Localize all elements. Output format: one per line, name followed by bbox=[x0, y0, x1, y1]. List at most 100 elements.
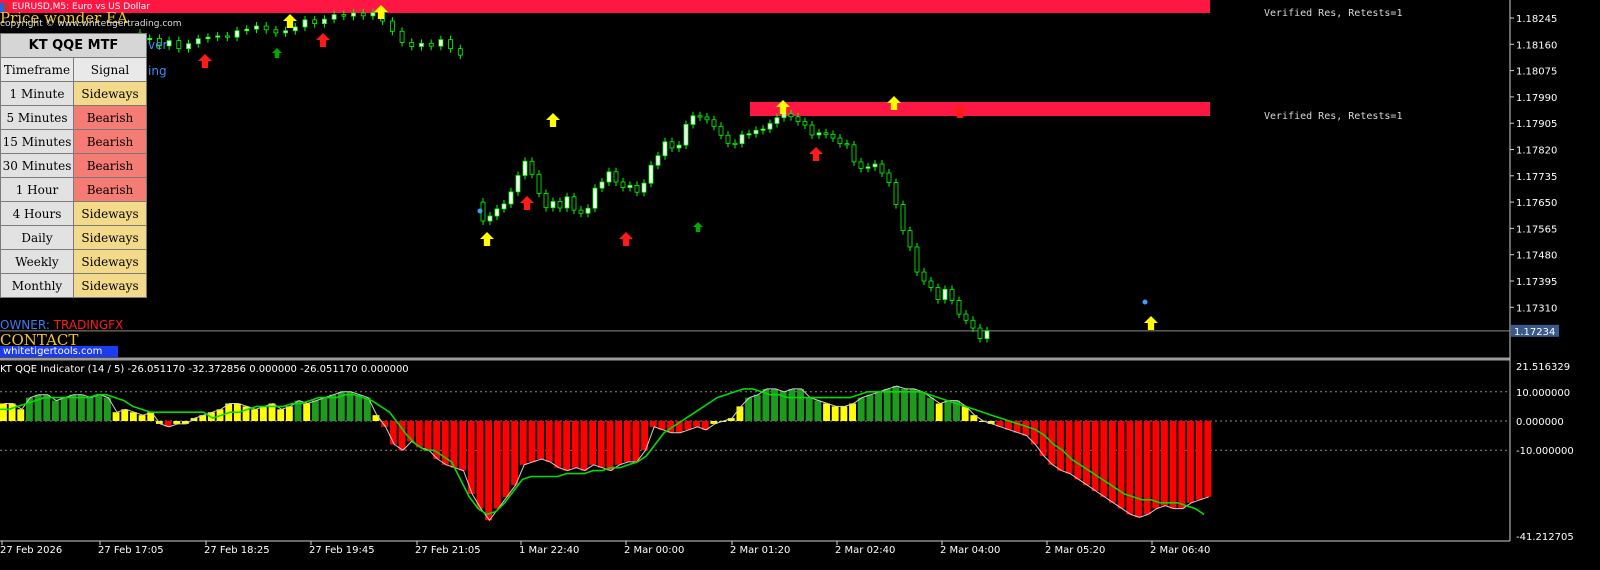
histogram-bar bbox=[51, 400, 59, 421]
mtf-signal: Sideways bbox=[73, 81, 147, 106]
histogram-bar bbox=[632, 421, 640, 462]
candle-body bbox=[914, 246, 920, 273]
candle-body bbox=[331, 14, 337, 20]
candle-body bbox=[963, 313, 969, 321]
candle-body bbox=[802, 121, 808, 126]
histogram-bar bbox=[450, 421, 458, 468]
candle-body bbox=[557, 201, 563, 209]
histogram-bar bbox=[909, 388, 917, 421]
candle-body bbox=[627, 184, 633, 188]
chart-canvas[interactable]: 1.18245 1.18160 1.18075 1.17990 1.17905 1.178… bbox=[0, 0, 1600, 570]
price-axis-label: 1.17565 bbox=[1516, 224, 1557, 235]
candle-body bbox=[809, 124, 815, 136]
candle-body bbox=[662, 141, 668, 157]
candle-body bbox=[879, 163, 885, 174]
mtf-timeframe: Weekly bbox=[0, 249, 74, 274]
candle-body bbox=[753, 129, 759, 135]
histogram-bar bbox=[138, 415, 146, 421]
mtf-timeframe: Monthly bbox=[0, 273, 74, 298]
time-axis-label: 27 Feb 17:05 bbox=[98, 545, 164, 556]
indicator-axis-label: 21.516329 bbox=[1516, 362, 1570, 373]
candle-body bbox=[419, 42, 424, 47]
histogram-bar bbox=[857, 397, 865, 421]
candle-body bbox=[292, 26, 298, 32]
histogram-bar bbox=[17, 409, 25, 421]
histogram-bar bbox=[95, 394, 103, 421]
histogram-bar bbox=[277, 409, 285, 421]
histogram-bar bbox=[259, 406, 267, 421]
candle-body bbox=[360, 12, 366, 17]
zone-label-lower: Verified Res, Retests=1 bbox=[1264, 111, 1403, 122]
histogram-bar bbox=[545, 421, 553, 462]
candle-body bbox=[166, 40, 172, 47]
mtf-signal: Bearish bbox=[73, 129, 147, 154]
candle-body bbox=[370, 12, 376, 17]
owner-label-text: OWNER: bbox=[0, 318, 54, 332]
candle-body bbox=[448, 39, 453, 50]
mtf-timeframe: Daily bbox=[0, 225, 74, 250]
histogram-bar bbox=[805, 397, 813, 421]
current-price-label: 1.17234 bbox=[1514, 327, 1555, 338]
candle-body bbox=[851, 144, 857, 163]
mtf-signal: Bearish bbox=[73, 153, 147, 178]
price-axis-label: 1.18160 bbox=[1516, 40, 1557, 51]
candle-body bbox=[234, 30, 240, 38]
price-axis-label: 1.17650 bbox=[1516, 198, 1557, 209]
mtf-timeframe: 4 Hours bbox=[0, 201, 74, 226]
candle-body bbox=[767, 123, 773, 130]
candle-body bbox=[928, 280, 934, 288]
candle-body bbox=[215, 35, 221, 38]
histogram-bar bbox=[346, 391, 354, 421]
partial-label-2: ing bbox=[148, 64, 167, 78]
time-axis-label: 27 Feb 21:05 bbox=[415, 545, 481, 556]
mtf-signal: Bearish bbox=[73, 177, 147, 202]
candle-body bbox=[935, 287, 941, 300]
histogram-bar bbox=[112, 412, 120, 421]
contact-link[interactable]: whitetigertools.com bbox=[0, 346, 118, 357]
histogram-bar bbox=[1126, 421, 1134, 515]
histogram-bar bbox=[753, 394, 761, 421]
candle-body bbox=[858, 161, 864, 169]
candle-body bbox=[704, 116, 710, 121]
histogram-bar bbox=[311, 400, 319, 421]
candle-body bbox=[263, 25, 269, 31]
histogram-bar bbox=[1204, 421, 1212, 497]
histogram-bar bbox=[493, 421, 501, 509]
histogram-bar bbox=[814, 400, 822, 421]
candle-body bbox=[795, 116, 801, 123]
candle-body bbox=[529, 160, 535, 175]
histogram-bar bbox=[1109, 421, 1116, 503]
candle-body bbox=[409, 42, 415, 47]
histogram-bar bbox=[1169, 421, 1177, 509]
price-axis-label: 1.17905 bbox=[1516, 119, 1557, 130]
candle-body bbox=[788, 113, 794, 118]
histogram-bar bbox=[355, 394, 363, 421]
time-axis-label: 27 Feb 2026 bbox=[0, 545, 62, 556]
histogram-bar bbox=[1074, 421, 1082, 480]
histogram-bar bbox=[693, 421, 701, 427]
candle-body bbox=[578, 209, 584, 214]
buy-arrow-icon bbox=[1144, 316, 1158, 330]
mtf-signal: Sideways bbox=[73, 249, 147, 274]
candle-body bbox=[837, 137, 843, 145]
histogram-bar bbox=[251, 409, 259, 421]
histogram-bar bbox=[1057, 421, 1064, 471]
candle-body bbox=[457, 48, 463, 56]
candle-body bbox=[690, 115, 696, 125]
time-axis-label: 27 Feb 18:25 bbox=[204, 545, 270, 556]
zone-label-upper: Verified Res, Retests=1 bbox=[1264, 8, 1403, 19]
candle-body bbox=[195, 38, 201, 45]
histogram-bar bbox=[935, 403, 943, 421]
histogram-bar bbox=[476, 421, 484, 509]
histogram-bar bbox=[831, 406, 839, 421]
mtf-timeframe: 5 Minutes bbox=[0, 105, 74, 130]
mtf-row: 1 Minute Sideways bbox=[0, 81, 147, 106]
histogram-bar bbox=[849, 403, 856, 421]
candle-body bbox=[781, 113, 787, 119]
candle-body bbox=[224, 35, 230, 38]
candle-body bbox=[599, 181, 605, 189]
candle-body bbox=[732, 142, 738, 145]
histogram-bar bbox=[1135, 421, 1142, 518]
candle-body bbox=[907, 230, 913, 248]
resistance-zone-lower bbox=[750, 102, 1210, 116]
